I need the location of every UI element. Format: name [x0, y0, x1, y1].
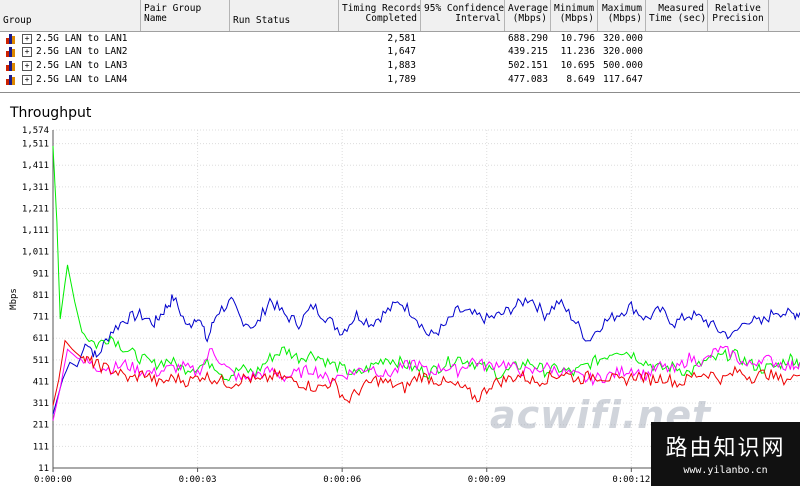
x-tick-label: 0:00:12 [612, 475, 650, 485]
row-average: 439.215 [507, 46, 548, 57]
row-timing-records: 1,789 [387, 74, 416, 85]
y-tick-label: 11 [38, 464, 49, 474]
col-header-group[interactable]: Group [0, 0, 141, 31]
table-row[interactable]: + 2.5G LAN to LAN1 2,581 688.290 10.796 … [0, 32, 800, 46]
col-header-run-status[interactable]: Run Status [230, 0, 339, 31]
col-header-minimum[interactable]: Minimum (Mbps) [551, 0, 598, 31]
expand-icon[interactable]: + [22, 34, 32, 44]
col-header-timing-records[interactable]: Timing Records Completed [339, 0, 421, 31]
y-axis-label: Mbps [9, 288, 19, 310]
row-maximum: 320.000 [602, 46, 643, 57]
x-tick-label: 0:00:00 [34, 475, 72, 485]
row-maximum: 117.647 [602, 74, 643, 85]
col-header-average[interactable]: Average (Mbps) [505, 0, 551, 31]
y-tick-label: 1,511 [22, 140, 49, 150]
y-tick-label: 1,211 [22, 204, 49, 214]
table-row[interactable]: + 2.5G LAN to LAN2 1,647 439.215 11.236 … [0, 45, 800, 59]
y-tick-label: 1,111 [22, 226, 49, 236]
row-average: 502.151 [507, 60, 548, 71]
y-tick-label: 511 [33, 356, 49, 366]
row-minimum: 10.796 [560, 33, 595, 44]
pair-group-icon [6, 47, 16, 57]
row-timing-records: 1,647 [387, 46, 416, 57]
y-tick-label: 311 [33, 399, 49, 409]
col-header-maximum[interactable]: Maximum (Mbps) [598, 0, 646, 31]
y-tick-label: 611 [33, 334, 49, 344]
y-tick-label: 1,411 [22, 161, 49, 171]
x-tick-label: 0:00:09 [468, 475, 506, 485]
y-tick-label: 811 [33, 291, 49, 301]
col-header-measured-time[interactable]: Measured Time (sec) [646, 0, 708, 31]
pair-group-icon [6, 61, 16, 71]
expand-icon[interactable]: + [22, 47, 32, 57]
row-maximum: 320.000 [602, 33, 643, 44]
col-header-confidence-interval[interactable]: 95% Confidence Interval [421, 0, 505, 31]
y-tick-label: 1,574 [22, 126, 49, 136]
brand-watermark: 路由知识网 www.yilanbo.cn [651, 422, 800, 486]
y-tick-label: 711 [33, 313, 49, 323]
row-minimum: 11.236 [560, 46, 595, 57]
y-tick-label: 211 [33, 421, 49, 431]
row-group-name: 2.5G LAN to LAN1 [36, 33, 128, 44]
y-tick-label: 1,311 [22, 183, 49, 193]
expand-icon[interactable]: + [22, 75, 32, 85]
row-group-name: 2.5G LAN to LAN3 [36, 60, 128, 71]
results-table: Group Pair Group Name Run Status Timing … [0, 0, 800, 93]
row-timing-records: 2,581 [387, 33, 416, 44]
brand-name: 路由知识网 [665, 436, 786, 461]
pair-group-icon [6, 75, 16, 85]
row-average: 688.290 [507, 33, 548, 44]
y-tick-label: 411 [33, 377, 49, 387]
row-group-name: 2.5G LAN to LAN2 [36, 46, 128, 57]
x-tick-label: 0:00:03 [179, 475, 217, 485]
table-header: Group Pair Group Name Run Status Timing … [0, 0, 800, 32]
row-maximum: 500.000 [602, 60, 643, 71]
y-tick-label: 1,011 [22, 248, 49, 258]
brand-url: www.yilanbo.cn [683, 465, 768, 476]
chart-title: Throughput [10, 105, 92, 121]
table-row[interactable]: + 2.5G LAN to LAN4 1,789 477.083 8.649 1… [0, 73, 800, 87]
y-tick-label: 111 [33, 442, 49, 452]
y-tick-label: 911 [33, 269, 49, 279]
table-row[interactable]: + 2.5G LAN to LAN3 1,883 502.151 10.695 … [0, 59, 800, 73]
row-average: 477.083 [507, 74, 548, 85]
col-header-pair-group-name[interactable]: Pair Group Name [141, 0, 230, 31]
x-tick-label: 0:00:06 [323, 475, 361, 485]
row-minimum: 10.695 [560, 60, 595, 71]
series-line [52, 145, 800, 382]
expand-icon[interactable]: + [22, 61, 32, 71]
row-minimum: 8.649 [566, 74, 595, 85]
row-group-name: 2.5G LAN to LAN4 [36, 74, 128, 85]
col-header-relative-precision[interactable]: Relative Precision [708, 0, 769, 31]
row-timing-records: 1,883 [387, 60, 416, 71]
pair-group-icon [6, 34, 16, 44]
